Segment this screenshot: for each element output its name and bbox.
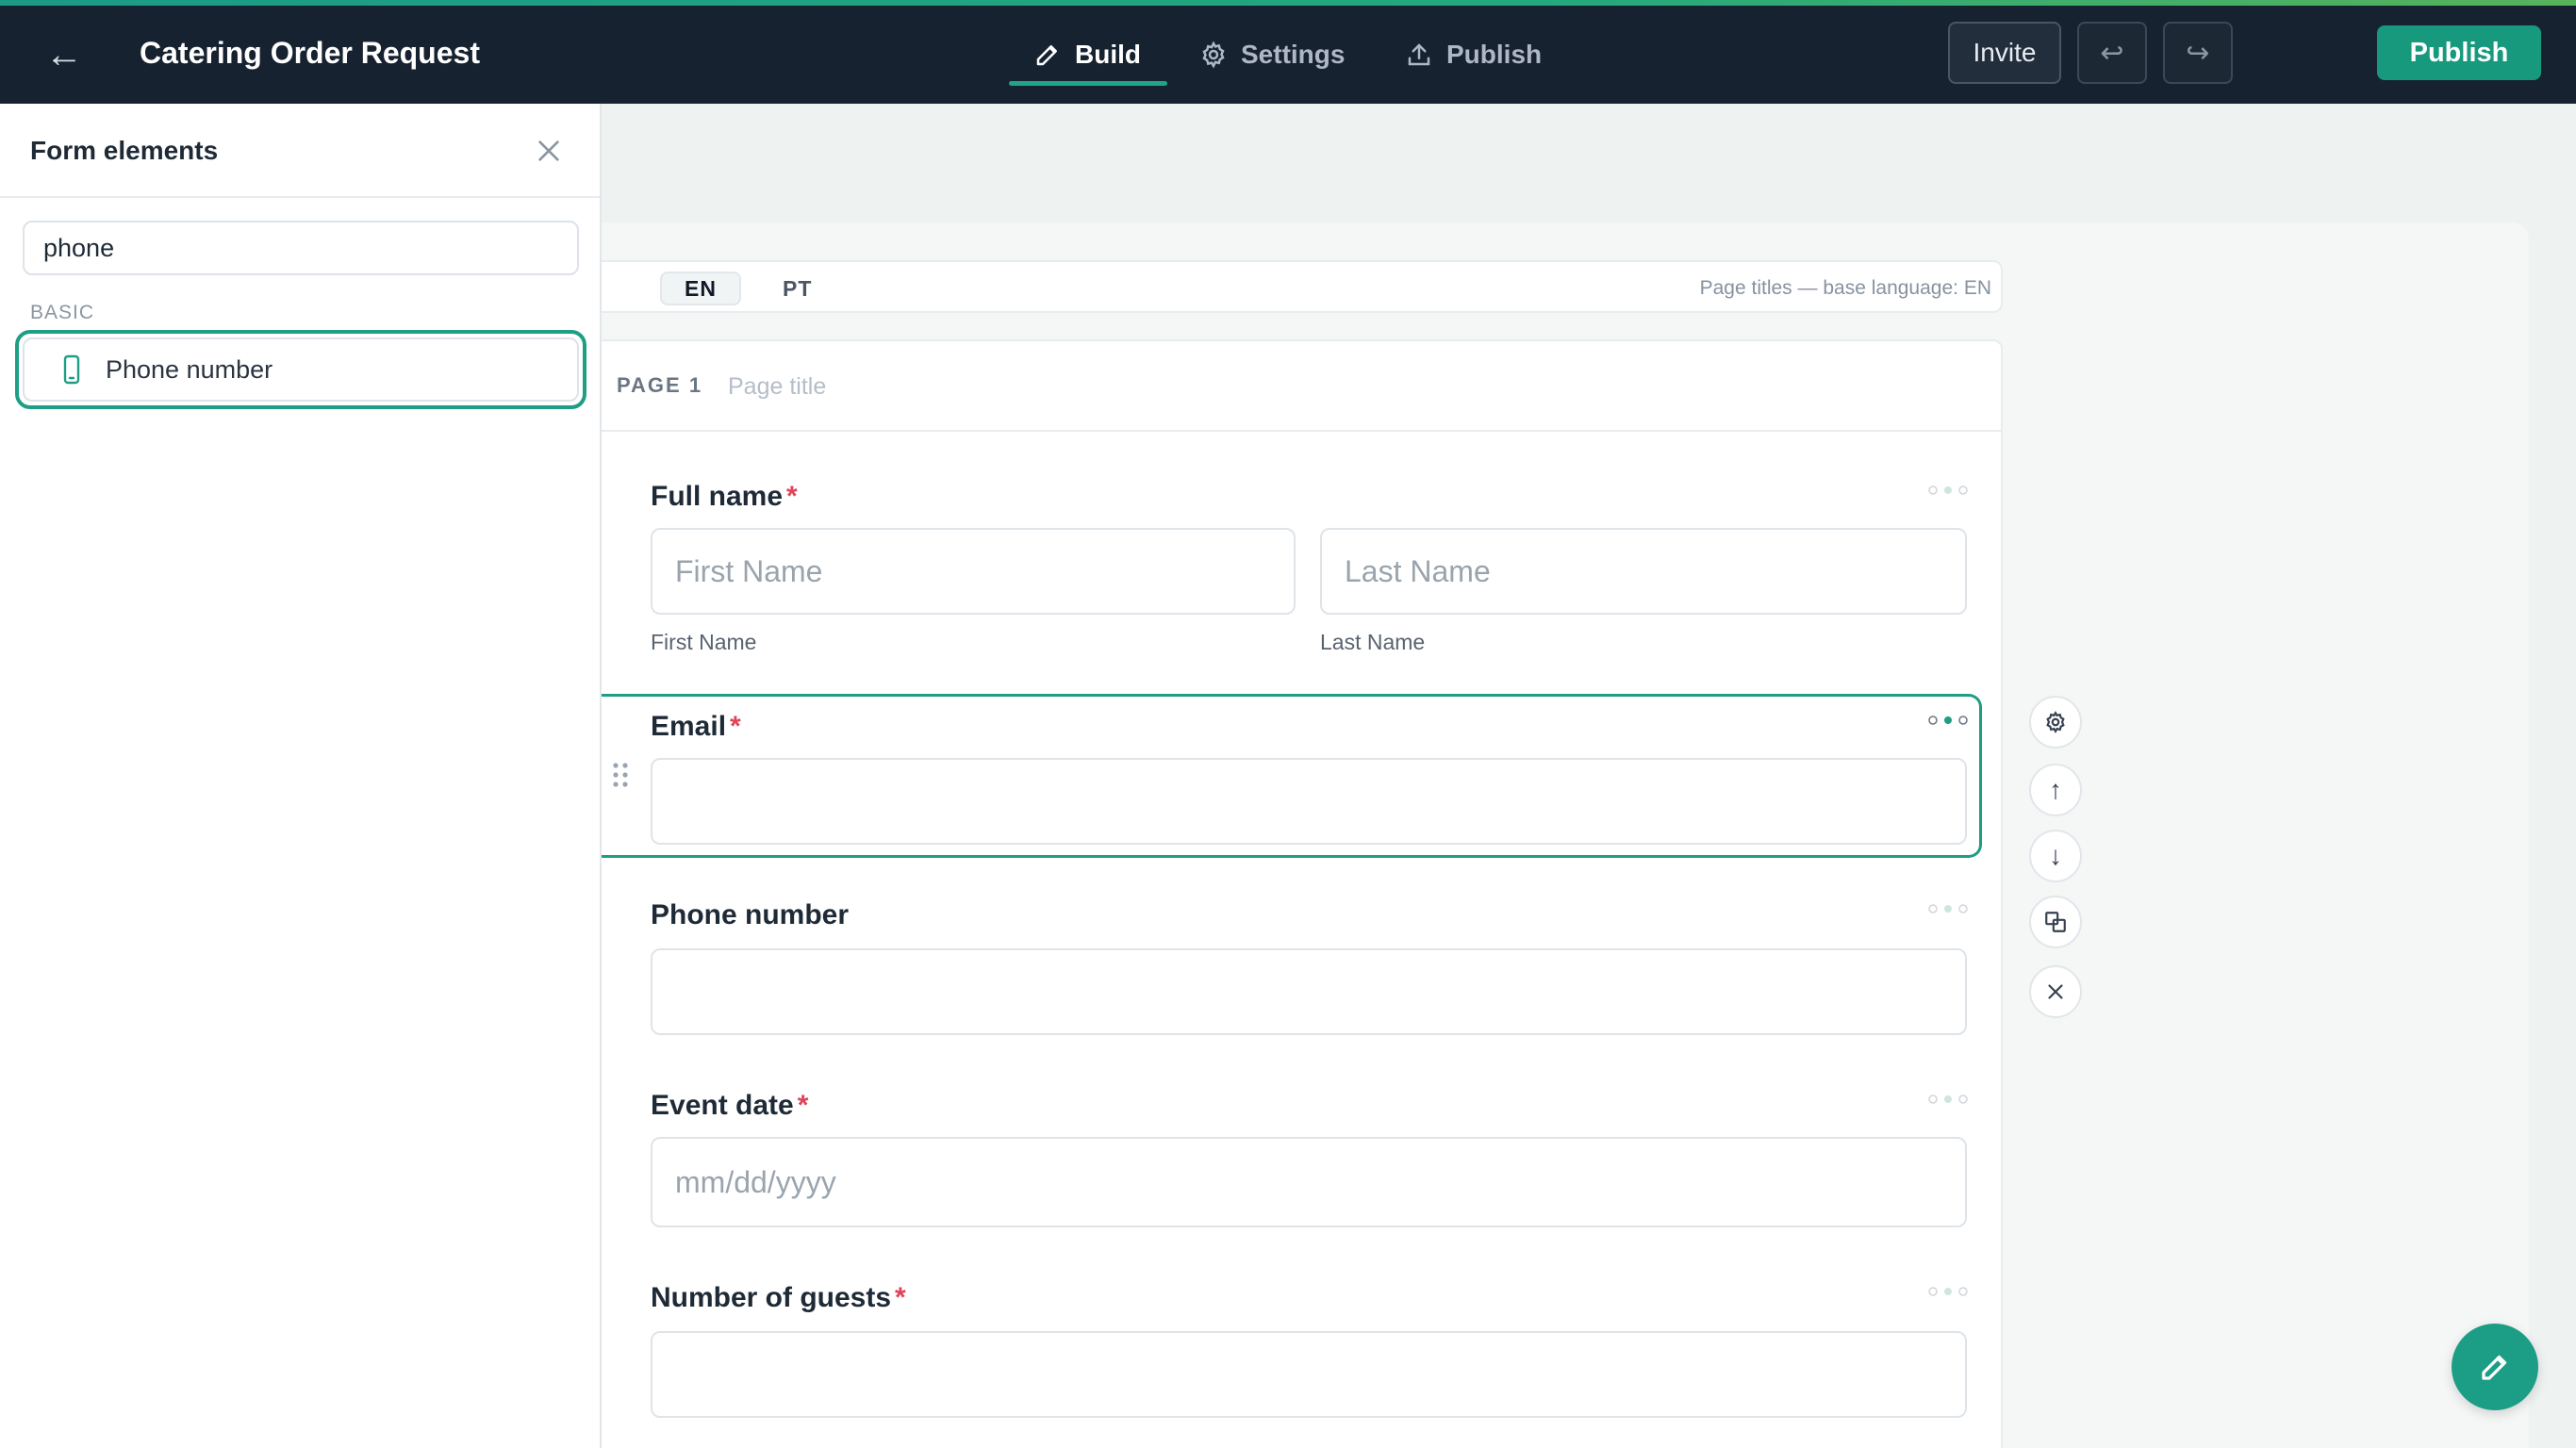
element-item-phone-number[interactable]: Phone number — [15, 330, 586, 409]
arrow-down-icon: ↓ — [2049, 841, 2062, 870]
field-full-name[interactable]: Full name * First Name Last Name — [651, 481, 1968, 669]
tab-settings-label: Settings — [1241, 40, 1346, 69]
field-event-date[interactable]: Event date * — [651, 1090, 1968, 1231]
top-bar: ← Catering Order Request Build Settings … — [0, 6, 2576, 104]
mobile-phone-icon — [63, 354, 80, 385]
undo-button[interactable]: ↩ — [2077, 22, 2147, 84]
publish-button[interactable]: Publish — [2377, 25, 2541, 80]
element-item-inner: Phone number — [23, 337, 579, 402]
last-name-input[interactable] — [1320, 528, 1967, 615]
duplicate-icon — [2045, 912, 2066, 932]
form-page-card: PAGE 1 Full name* First Name Last Name E… — [528, 339, 2003, 1448]
move-down-button[interactable]: ↓ — [2029, 830, 2082, 882]
tab-build-label: Build — [1075, 40, 1141, 69]
field-label-text: Event date — [651, 1090, 794, 1121]
language-bar: ES EN PT Page titles — base language: EN — [528, 260, 2003, 313]
tab-settings[interactable]: Settings — [1199, 30, 1345, 79]
tab-build[interactable]: Build — [1033, 30, 1141, 79]
language-note: Page titles — base language: EN — [1699, 277, 1991, 299]
language-tab-en[interactable]: EN — [660, 272, 741, 305]
close-icon — [2048, 984, 2063, 999]
field-label: Event date * — [651, 1090, 1967, 1122]
language-tab-pt[interactable]: PT — [760, 272, 834, 305]
required-marker: * — [797, 1090, 809, 1121]
required-marker: * — [786, 481, 798, 512]
move-up-button[interactable]: ↑ — [2029, 764, 2082, 816]
element-search-input[interactable] — [23, 221, 579, 275]
field-label-text: Number of guests — [651, 1282, 892, 1313]
gear-icon — [2046, 711, 2065, 733]
active-tab-indicator — [1009, 81, 1167, 86]
field-label: Number of guests * — [651, 1282, 1967, 1314]
drag-handle-icon[interactable] — [611, 762, 630, 788]
more-options-icon[interactable] — [1925, 1282, 1971, 1301]
pencil-icon — [1036, 45, 1057, 66]
gear-icon — [1202, 41, 1225, 69]
tab-publish-label: Publish — [1446, 40, 1543, 69]
more-options-icon[interactable] — [1925, 481, 1971, 500]
field-phone-number[interactable]: Phone number — [651, 899, 1968, 1041]
redo-button[interactable]: ↪ — [2163, 22, 2233, 84]
panel-title: Form elements — [30, 136, 219, 165]
field-settings-button[interactable] — [2029, 696, 2082, 749]
field-number-of-guests[interactable]: Number of guests * — [651, 1282, 1968, 1423]
delete-field-button[interactable] — [2029, 965, 2082, 1018]
element-item-label: Phone number — [106, 354, 273, 384]
redo-icon: ↪ — [2186, 37, 2210, 69]
selected-field-outline — [528, 694, 1982, 858]
page-title-input[interactable] — [728, 364, 1199, 409]
form-elements-panel: Form elements BASIC Phone number — [0, 104, 602, 1448]
section-label: BASIC — [30, 302, 95, 323]
more-options-icon[interactable] — [1925, 899, 1971, 918]
guests-input[interactable] — [651, 1331, 1967, 1418]
field-label-text: Full name — [651, 481, 784, 512]
last-name-sublabel: Last Name — [1320, 630, 1426, 654]
close-icon[interactable] — [534, 136, 564, 166]
form-title: Catering Order Request — [140, 36, 480, 70]
back-arrow-icon[interactable]: ← — [43, 34, 85, 75]
panel-header: Form elements — [0, 104, 600, 198]
arrow-up-icon: ↑ — [2049, 775, 2062, 804]
page-header: PAGE 1 — [530, 341, 2001, 432]
event-date-input[interactable] — [651, 1137, 1967, 1227]
edit-fab-button[interactable] — [2452, 1324, 2538, 1410]
pencil-icon — [2482, 1355, 2507, 1380]
tab-publish[interactable]: Publish — [1405, 30, 1542, 79]
upload-icon — [1408, 43, 1430, 66]
duplicate-button[interactable] — [2029, 896, 2082, 948]
undo-icon: ↩ — [2100, 37, 2124, 69]
more-options-icon[interactable] — [1925, 1090, 1971, 1109]
phone-input[interactable] — [651, 948, 1967, 1035]
first-name-input[interactable] — [651, 528, 1296, 615]
first-name-sublabel: First Name — [651, 630, 757, 654]
field-label: Phone number — [651, 899, 850, 930]
page-number-label: PAGE 1 — [617, 373, 703, 397]
invite-button[interactable]: Invite — [1948, 22, 2061, 84]
field-label: Full name * — [651, 481, 1967, 513]
required-marker: * — [895, 1282, 906, 1313]
